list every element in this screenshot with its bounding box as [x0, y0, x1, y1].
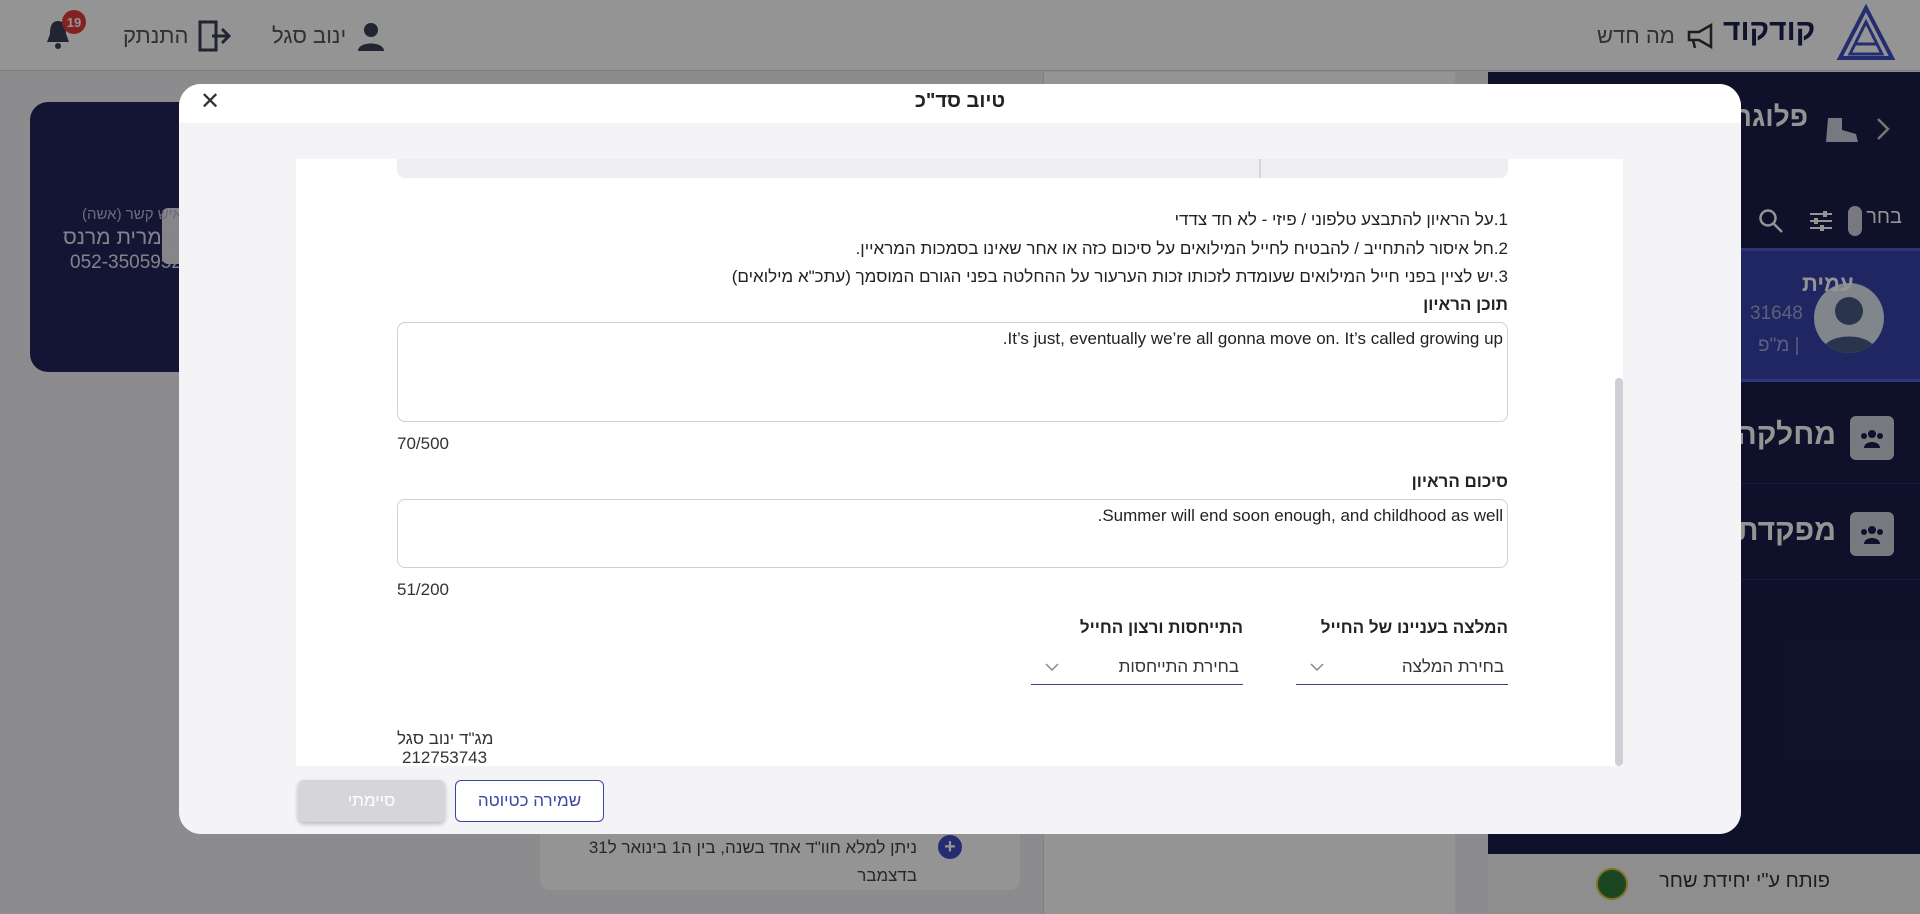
instruction-2: 2.חל איסור להתחייב / להבטיח לחייל המילוא… — [855, 239, 1508, 258]
interview-summary-counter: 51/200 — [397, 580, 449, 599]
interview-summary-label: סיכום הראיון — [1411, 472, 1508, 491]
signer-id: 212753743 — [402, 748, 488, 766]
soldier-attitude-label: התייחסות ורצון החייל — [1079, 618, 1243, 637]
interview-summary-textarea[interactable]: Summer will end soon enough, and childho… — [397, 499, 1508, 568]
modal-header: טיוב סד"כ ✕ — [179, 84, 1741, 123]
recommendation-label: המלצה בעניינו של החייל — [1320, 618, 1508, 637]
interview-content-counter: 70/500 — [397, 434, 449, 453]
recommendation-select[interactable]: בחירת המלצה — [1296, 649, 1508, 685]
scrollbar-thumb[interactable] — [1615, 378, 1623, 766]
interview-content-label: תוכן הראיון — [1423, 295, 1508, 314]
save-draft-button[interactable]: שמירה כטיוטה — [455, 780, 604, 822]
signer-name: מג"ד ינוב סגל — [397, 729, 494, 748]
instruction-1: 1.על הראיון להתבצע טלפוני / פיזי - לא חד… — [1174, 210, 1508, 229]
signer-block: מג"ד ינוב סגל 212753743 — [397, 729, 493, 766]
close-icon[interactable]: ✕ — [196, 88, 224, 116]
edit-modal: טיוב סד"כ ✕ 1.על הראיון להתבצע טלפוני / … — [179, 84, 1741, 834]
interview-content-textarea[interactable]: It’s just, eventually we’re all gonna mo… — [397, 322, 1508, 422]
soldier-attitude-value: בחירת התייחסות — [1118, 656, 1239, 676]
modal-title: טיוב סד"כ — [914, 90, 1006, 112]
previous-section-strip — [397, 159, 1508, 178]
recommendation-value: בחירת המלצה — [1401, 656, 1504, 676]
form-panel: 1.על הראיון להתבצע טלפוני / פיזי - לא חד… — [296, 159, 1623, 766]
chevron-down-icon — [1310, 662, 1324, 671]
instruction-3: 3.יש לציין בפני חייל המילואים שעומדת לזכ… — [731, 267, 1508, 286]
chevron-down-icon — [1045, 662, 1059, 671]
done-button[interactable]: סיימתי — [298, 780, 445, 822]
interview-summary-value: Summer will end soon enough, and childho… — [1097, 506, 1503, 525]
soldier-attitude-select[interactable]: בחירת התייחסות — [1031, 649, 1243, 685]
interview-content-value: It’s just, eventually we’re all gonna mo… — [1002, 329, 1503, 348]
